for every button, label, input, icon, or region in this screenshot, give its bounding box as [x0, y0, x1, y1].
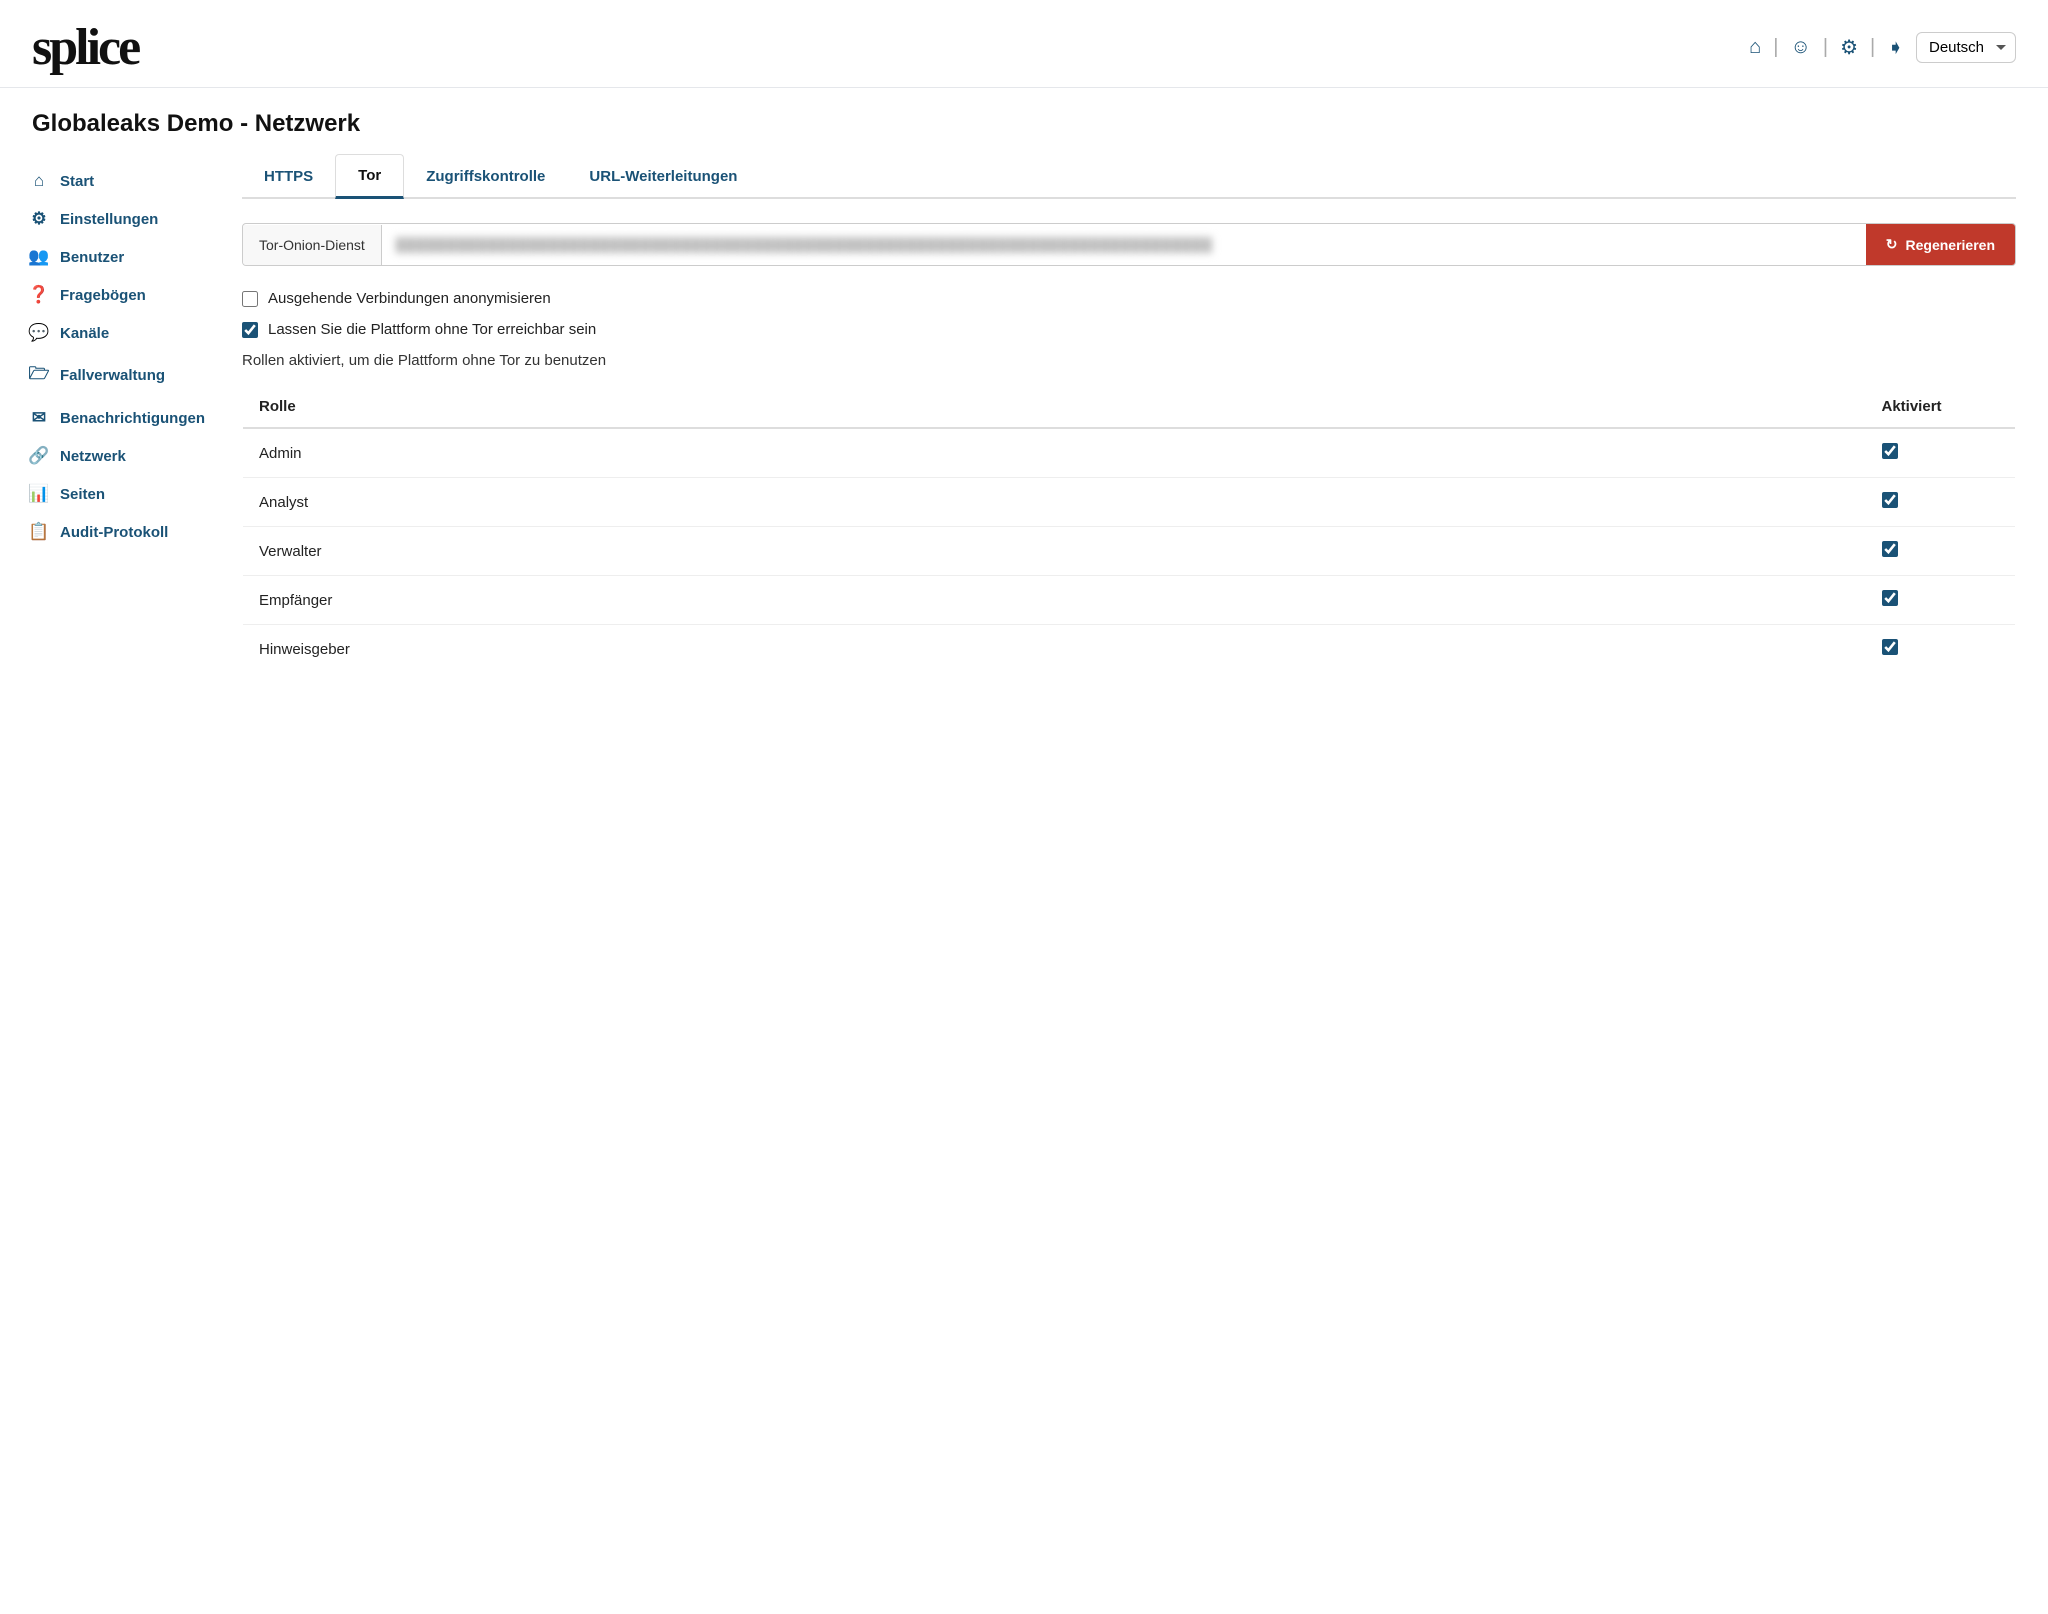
admin-checkbox[interactable] [1882, 443, 1898, 459]
analyst-checkbox[interactable] [1882, 492, 1898, 508]
sidebar-label-einstellungen: Einstellungen [60, 211, 158, 228]
sidebar-item-benutzer[interactable]: 👥 Benutzer [20, 238, 210, 276]
table-row: Admin [243, 428, 2016, 478]
anonymize-checkbox-row: Ausgehende Verbindungen anonymisieren [242, 290, 2016, 307]
roles-table: Rolle Aktiviert Admin Analyst Verwalter [242, 385, 2016, 674]
onion-service-label: Tor-Onion-Dienst [243, 225, 382, 265]
role-admin: Admin [243, 428, 1866, 478]
activated-hinweisgeber [1866, 625, 2016, 674]
header-right: ⌂ | ☺ | ⚙ | ➧ Deutsch English Français E… [1745, 32, 2016, 63]
sidebar-label-fragebögen: Fragebögen [60, 287, 146, 304]
sidebar: ⌂ Start ⚙ Einstellungen 👥 Benutzer ❓ Fra… [0, 154, 210, 1614]
activated-empfänger [1866, 576, 2016, 625]
sidebar-label-start: Start [60, 173, 94, 190]
tab-bar: HTTPS Tor Zugriffskontrolle URL-Weiterle… [242, 154, 2016, 199]
home-icon[interactable]: ⌂ [1745, 34, 1765, 61]
col-header-rolle: Rolle [243, 386, 1866, 429]
mail-icon: ✉ [28, 408, 50, 428]
sidebar-item-netzwerk[interactable]: 🔗 Netzwerk [20, 437, 210, 475]
sidebar-item-seiten[interactable]: 📊 Seiten [20, 475, 210, 513]
refresh-icon: ↻ [1886, 236, 1898, 253]
tab-tor[interactable]: Tor [335, 154, 404, 199]
sidebar-label-kanäle: Kanäle [60, 325, 109, 342]
main-layout: ⌂ Start ⚙ Einstellungen 👥 Benutzer ❓ Fra… [0, 154, 2048, 1614]
table-header-row: Rolle Aktiviert [243, 386, 2016, 429]
sidebar-label-audit-protokoll: Audit-Protokoll [60, 524, 168, 541]
sidebar-label-netzwerk: Netzwerk [60, 448, 126, 465]
activated-verwalter [1866, 527, 2016, 576]
logo: splice [32, 18, 138, 77]
role-analyst: Analyst [243, 478, 1866, 527]
case-icon: 🗁 [28, 361, 50, 390]
empfänger-checkbox[interactable] [1882, 590, 1898, 606]
home-icon: ⌂ [28, 171, 50, 191]
table-row: Hinweisgeber [243, 625, 2016, 674]
sidebar-item-audit-protokoll[interactable]: 📋 Audit-Protokoll [20, 513, 210, 551]
allow-without-tor-checkbox-row: Lassen Sie die Plattform ohne Tor erreic… [242, 321, 2016, 338]
sidebar-label-seiten: Seiten [60, 486, 105, 503]
language-select[interactable]: Deutsch English Français Español [1916, 32, 2016, 63]
regen-button-label: Regenerieren [1906, 237, 1995, 253]
logout-icon[interactable]: ➧ [1883, 33, 1908, 62]
sidebar-item-benachrichtigungen[interactable]: ✉ Benachrichtigungen [20, 399, 210, 437]
role-hinweisgeber: Hinweisgeber [243, 625, 1866, 674]
role-verwalter: Verwalter [243, 527, 1866, 576]
table-row: Verwalter [243, 527, 2016, 576]
role-empfänger: Empfänger [243, 576, 1866, 625]
channel-icon: 💬 [28, 323, 50, 343]
tab-https[interactable]: HTTPS [242, 154, 335, 199]
allow-without-tor-label: Lassen Sie die Plattform ohne Tor erreic… [268, 321, 596, 338]
user-icon[interactable]: ☺ [1786, 34, 1814, 61]
verwalter-checkbox[interactable] [1882, 541, 1898, 557]
question-icon: ❓ [28, 285, 50, 305]
allow-without-tor-checkbox[interactable] [242, 322, 258, 338]
table-row: Empfänger [243, 576, 2016, 625]
sidebar-item-kanäle[interactable]: 💬 Kanäle [20, 314, 210, 352]
audit-icon: 📋 [28, 522, 50, 542]
sidebar-item-start[interactable]: ⌂ Start [20, 162, 210, 200]
anonymize-label: Ausgehende Verbindungen anonymisieren [268, 290, 551, 307]
content-area: HTTPS Tor Zugriffskontrolle URL-Weiterle… [210, 154, 2048, 1614]
network-icon: 🔗 [28, 446, 50, 466]
sidebar-label-benachrichtigungen: Benachrichtigungen [60, 410, 205, 427]
users-icon: 👥 [28, 247, 50, 267]
sidebar-item-fallverwaltung[interactable]: 🗁 Fallverwaltung [20, 352, 210, 399]
header-icons: ⌂ | ☺ | ⚙ | ➧ [1745, 33, 1908, 62]
anonymize-checkbox[interactable] [242, 291, 258, 307]
hinweisgeber-checkbox[interactable] [1882, 639, 1898, 655]
header: splice ⌂ | ☺ | ⚙ | ➧ Deutsch English Fra… [0, 0, 2048, 88]
sidebar-item-einstellungen[interactable]: ⚙ Einstellungen [20, 200, 210, 238]
sidebar-label-benutzer: Benutzer [60, 249, 124, 266]
activated-admin [1866, 428, 2016, 478]
tab-url-weiterleitungen[interactable]: URL-Weiterleitungen [567, 154, 759, 199]
regenerate-button[interactable]: ↻ Regenerieren [1866, 224, 2015, 265]
sidebar-item-fragebögen[interactable]: ❓ Fragebögen [20, 276, 210, 314]
activated-analyst [1866, 478, 2016, 527]
settings-icon[interactable]: ⚙ [1836, 33, 1862, 62]
page-title: Globaleaks Demo - Netzwerk [0, 88, 2048, 154]
tab-zugriffskontrolle[interactable]: Zugriffskontrolle [404, 154, 567, 199]
onion-service-value: ████████████████████████████████████████… [382, 225, 1866, 264]
roles-description: Rollen aktiviert, um die Plattform ohne … [242, 352, 2016, 369]
pages-icon: 📊 [28, 484, 50, 504]
col-header-aktiviert: Aktiviert [1866, 386, 2016, 429]
settings-icon: ⚙ [28, 209, 50, 229]
onion-service-row: Tor-Onion-Dienst ███████████████████████… [242, 223, 2016, 266]
sidebar-label-fallverwaltung: Fallverwaltung [60, 367, 165, 384]
table-row: Analyst [243, 478, 2016, 527]
